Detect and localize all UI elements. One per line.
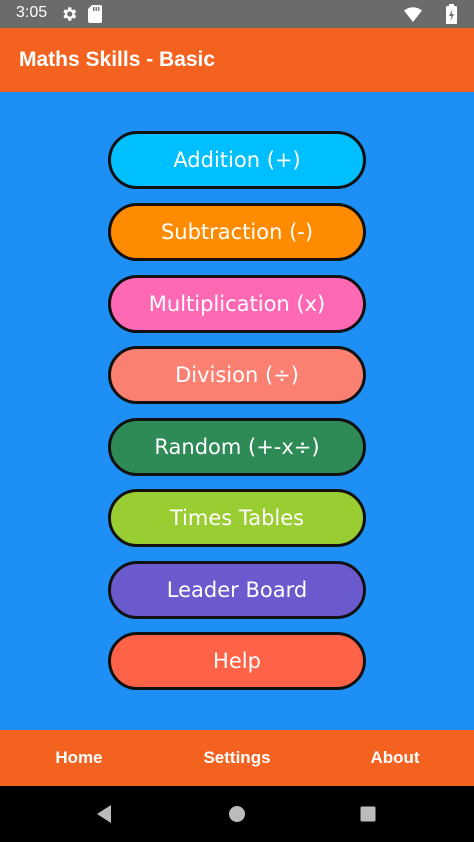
subtraction-label: Subtraction (-): [160, 220, 314, 244]
random-label: Random (+-x÷): [154, 435, 320, 459]
battery-icon: [446, 4, 457, 24]
multiplication-button[interactable]: Multiplication (x): [108, 275, 366, 333]
multiplication-label: Multiplication (x): [148, 292, 326, 316]
app-bar: Maths Skills - Basic: [0, 28, 474, 92]
app-title: Maths Skills - Basic: [19, 48, 216, 71]
nav-settings[interactable]: Settings: [203, 748, 270, 768]
leader-board-button[interactable]: Leader Board: [108, 561, 366, 619]
help-label: Help: [213, 649, 261, 673]
help-button[interactable]: Help: [108, 632, 366, 690]
screen: 3:05 Maths Skills - Basic Addition (+) S…: [0, 0, 474, 842]
subtraction-button[interactable]: Subtraction (-): [108, 203, 366, 261]
main-menu: Addition (+) Subtraction (-) Multiplicat…: [0, 92, 474, 730]
system-nav-bar: [0, 786, 474, 842]
random-button[interactable]: Random (+-x÷): [108, 418, 366, 476]
sd-card-icon: [88, 5, 102, 23]
leader-board-label: Leader Board: [166, 578, 308, 602]
status-time: 3:05: [16, 4, 48, 21]
back-icon[interactable]: [95, 804, 113, 824]
recents-icon[interactable]: [360, 806, 377, 823]
status-bar: 3:05: [0, 0, 474, 28]
gear-icon: [63, 7, 77, 21]
addition-label: Addition (+): [173, 148, 301, 172]
times-tables-label: Times Tables: [169, 506, 305, 530]
times-tables-button[interactable]: Times Tables: [108, 489, 366, 547]
bottom-nav: Home Settings About: [0, 730, 474, 786]
division-label: Division (÷): [175, 363, 299, 387]
nav-about[interactable]: About: [370, 748, 419, 768]
division-button[interactable]: Division (÷): [108, 346, 366, 404]
home-circle-icon[interactable]: [228, 805, 246, 823]
addition-button[interactable]: Addition (+): [108, 131, 366, 189]
nav-home[interactable]: Home: [55, 748, 102, 768]
wifi-icon: [404, 7, 422, 22]
